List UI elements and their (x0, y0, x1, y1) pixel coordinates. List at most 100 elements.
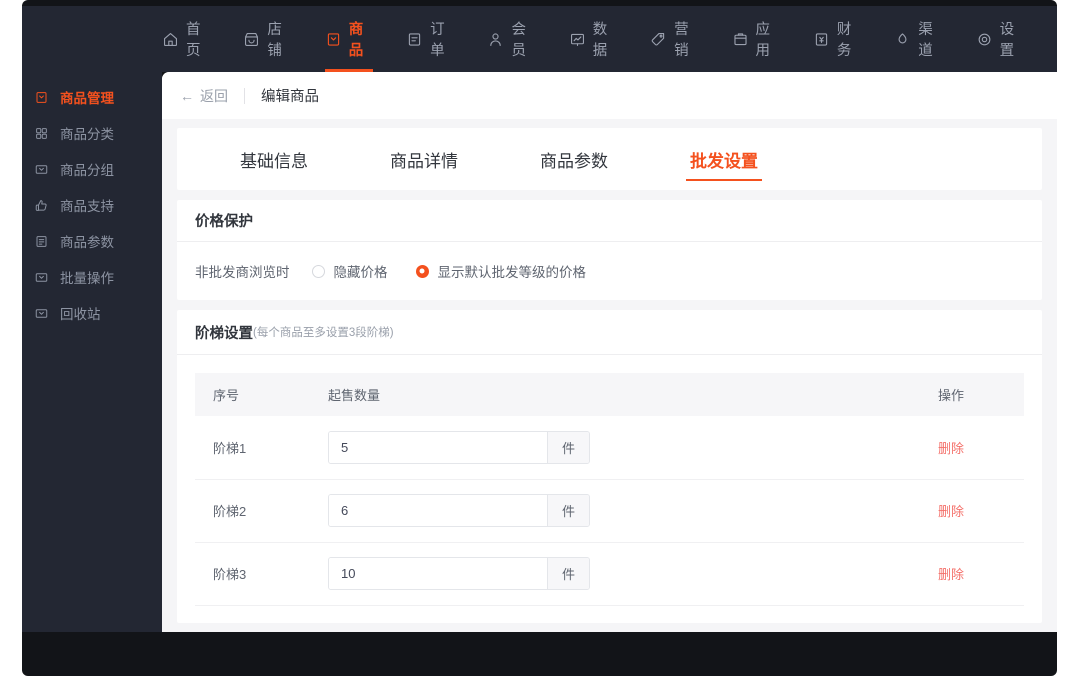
order-icon (406, 31, 423, 48)
sidebar-item-label: 商品参数 (60, 235, 114, 250)
table-row: 阶梯2 件 删除 (195, 479, 1024, 543)
quantity-unit-suffix: 件 (547, 558, 589, 589)
sidebar-item-label: 商品分类 (60, 127, 114, 142)
ladder-index-cell: 阶梯3 (195, 542, 310, 606)
sidebar-item-label: 回收站 (60, 307, 101, 322)
sidebar-item-label: 批量操作 (60, 271, 114, 286)
quantity-input[interactable] (329, 558, 547, 589)
radio-dot-icon[interactable] (415, 264, 429, 278)
folder-icon (34, 270, 49, 285)
radio-option-label: 隐藏价格 (333, 265, 388, 280)
grid-icon (34, 126, 49, 141)
quantity-input-group[interactable]: 件 (328, 430, 590, 464)
nav-item-设置[interactable]: 设置 (976, 6, 1024, 72)
nav-item-label: 应用 (755, 22, 771, 59)
nav-item-label: 店铺 (267, 22, 282, 59)
home-icon (162, 31, 179, 48)
tab-label: 基础信息 (240, 151, 308, 171)
nav-item-订单[interactable]: 订单 (406, 6, 454, 72)
tab-label: 批发设置 (690, 151, 758, 171)
main-content-area: ← 返回 编辑商品 基础信息 商品详情 商品参数 批发设置 价格保护 非批发商浏览时 … (162, 72, 1057, 632)
left-sidebar: 商品管理商品分类商品分组商品支持商品参数批量操作回收站 (22, 72, 162, 632)
folder-icon (34, 162, 49, 177)
ladder-settings-header: 阶梯设置 (每个商品至多设置3段阶梯) (177, 310, 1042, 355)
channel-icon (894, 31, 911, 48)
radio-option-隐藏价格[interactable]: 隐藏价格 (311, 261, 388, 281)
price-protection-title: 价格保护 (177, 200, 1042, 242)
tab-商品详情[interactable]: 商品详情 (349, 128, 499, 190)
delete-button[interactable]: 删除 (938, 567, 964, 582)
ladder-table-body: 阶梯1件删除阶梯2件删除阶梯3件删除 (195, 416, 1024, 606)
tab-基础信息[interactable]: 基础信息 (199, 128, 349, 190)
quantity-unit-suffix: 件 (547, 495, 589, 526)
tab-商品参数[interactable]: 商品参数 (499, 128, 649, 190)
shop-icon (243, 31, 260, 48)
finance-icon (813, 31, 830, 48)
sidebar-item-商品管理[interactable]: 商品管理 (22, 80, 162, 114)
delete-button[interactable]: 删除 (938, 504, 964, 519)
nav-item-财务[interactable]: 财务 (813, 6, 861, 72)
back-arrow-icon: ← (180, 87, 194, 104)
thumbs-up-icon (34, 198, 49, 213)
quantity-unit-suffix: 件 (547, 431, 589, 463)
quantity-input-group[interactable]: 件 (328, 494, 590, 527)
sidebar-item-商品支持[interactable]: 商品支持 (22, 188, 162, 222)
nav-item-店铺[interactable]: 店铺 (243, 6, 291, 72)
nav-item-label: 营销 (674, 22, 689, 59)
member-icon (487, 31, 504, 48)
ladder-table: 序号 起售数量 操作 阶梯1件删除阶梯2件删除阶梯3件删除 (195, 373, 1024, 606)
quantity-input[interactable] (329, 431, 547, 463)
tab-label: 商品详情 (390, 151, 458, 171)
nav-item-渠道[interactable]: 渠道 (894, 6, 942, 72)
quantity-input[interactable] (329, 495, 547, 526)
top-navigation-bar: 首页 店铺 商品 订单 会员 数据 营销 应用 财务 渠道 设置 (22, 6, 1057, 72)
delete-button[interactable]: 删除 (938, 441, 964, 456)
page-title: 编辑商品 (261, 89, 319, 105)
column-header-index: 序号 (195, 373, 310, 416)
ladder-quantity-cell: 件 (310, 416, 920, 480)
list-icon (34, 234, 49, 249)
breadcrumb-divider (244, 87, 245, 104)
ladder-quantity-cell: 件 (310, 479, 920, 543)
table-header-row: 序号 起售数量 操作 (195, 373, 1024, 416)
nav-item-数据[interactable]: 数据 (569, 6, 617, 72)
ladder-index-cell: 阶梯1 (195, 416, 310, 480)
ladder-index-cell: 阶梯2 (195, 479, 310, 543)
back-label: 返回 (200, 87, 228, 104)
tab-label: 商品参数 (540, 151, 608, 171)
nav-item-应用[interactable]: 应用 (732, 6, 780, 72)
breadcrumb-bar: ← 返回 编辑商品 (162, 72, 1057, 119)
table-row: 阶梯1 件 删除 (195, 416, 1024, 480)
price-protection-row-label: 非批发商浏览时 (195, 265, 290, 280)
tag-icon (650, 31, 667, 48)
ladder-action-cell: 删除 (920, 416, 1024, 480)
sidebar-item-商品分组[interactable]: 商品分组 (22, 152, 162, 186)
app-box-icon (732, 31, 749, 48)
nav-item-商品[interactable]: 商品 (324, 6, 373, 72)
nav-item-label: 首页 (186, 22, 201, 59)
ladder-action-cell: 删除 (920, 542, 1024, 606)
nav-item-label: 财务 (836, 22, 852, 59)
radio-option-显示默认批发等级的价格[interactable]: 显示默认批发等级的价格 (415, 261, 587, 281)
ladder-quantity-cell: 件 (310, 542, 920, 606)
price-protection-options-row: 非批发商浏览时 隐藏价格 显示默认批发等级的价格 (177, 242, 1042, 300)
sidebar-item-商品分类[interactable]: 商品分类 (22, 116, 162, 150)
sidebar-item-商品参数[interactable]: 商品参数 (22, 224, 162, 258)
nav-item-label: 商品 (348, 22, 364, 59)
nav-item-会员[interactable]: 会员 (487, 6, 535, 72)
nav-item-label: 会员 (511, 22, 526, 59)
sidebar-item-批量操作[interactable]: 批量操作 (22, 260, 162, 294)
tab-批发设置[interactable]: 批发设置 (649, 128, 799, 190)
radio-option-label: 显示默认批发等级的价格 (437, 265, 587, 280)
quantity-input-group[interactable]: 件 (328, 557, 590, 590)
back-button[interactable]: ← 返回 (180, 86, 228, 106)
tab-bar: 基础信息 商品详情 商品参数 批发设置 (177, 128, 1042, 190)
sidebar-item-label: 商品分组 (60, 163, 114, 178)
sidebar-item-回收站[interactable]: 回收站 (22, 296, 162, 330)
table-row: 阶梯3 件 删除 (195, 542, 1024, 606)
nav-item-首页[interactable]: 首页 (162, 6, 210, 72)
radio-dot-icon[interactable] (311, 264, 325, 278)
nav-item-营销[interactable]: 营销 (650, 6, 698, 72)
app-window-frame: 首页 店铺 商品 订单 会员 数据 营销 应用 财务 渠道 设置 商品管理 商品分类 商品分组 商品支持商… (22, 0, 1057, 676)
ladder-settings-card: 阶梯设置 (每个商品至多设置3段阶梯) 序号 起售数量 操作 阶梯1件删除阶梯2… (177, 310, 1042, 623)
